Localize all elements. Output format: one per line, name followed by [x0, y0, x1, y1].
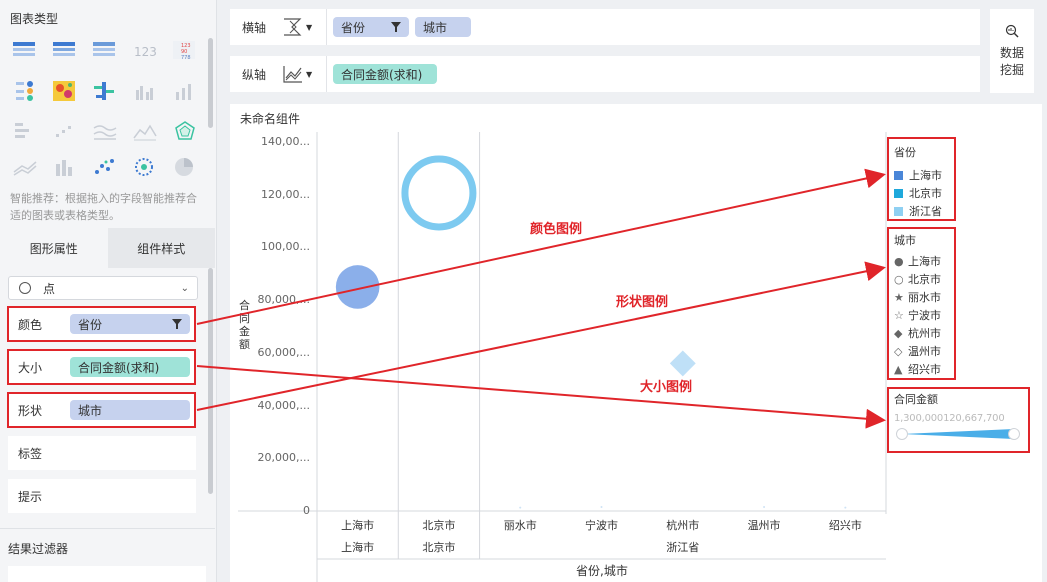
x-field-city[interactable]: 城市 [415, 17, 471, 37]
data-point-small [600, 506, 603, 509]
pie-icon[interactable] [172, 156, 198, 178]
x-tick-city-label: 温州市 [747, 519, 781, 532]
left-panel: 图表类型 123 123 90 778 智能推荐：根据拖入的字段智能推荐合适的图… [0, 0, 217, 582]
y-tick-label: 140,00... [261, 135, 310, 148]
y-axis-type-icon[interactable]: ▼ [282, 64, 326, 84]
chart-type-title: 图表类型 [10, 12, 59, 26]
filter-icon[interactable] [391, 22, 401, 32]
result-filter-title: 结果过滤器 [8, 542, 69, 556]
data-mining-button[interactable]: 数据 挖掘 [990, 9, 1034, 93]
scatter-icon[interactable] [92, 156, 118, 178]
size-highlight-box [7, 349, 196, 385]
data-point-small [844, 506, 847, 509]
divider [0, 528, 215, 529]
smart-tip: 智能推荐：根据拖入的字段智能推荐合适的图表或表格类型。 [10, 192, 197, 222]
line-chart-icon[interactable] [12, 156, 38, 178]
chevron-down-icon: ⌄ [180, 282, 189, 294]
y-tick-label: 40,000,... [257, 398, 310, 412]
x-tick-city-label: 上海市 [341, 519, 375, 532]
property-tabs: 图形属性 组件样式 [0, 228, 215, 268]
tag-property-label: 标签 [18, 446, 43, 461]
mark-type-select[interactable]: 点 ⌄ [8, 276, 198, 300]
data-point-small [519, 506, 522, 509]
shape-legend-highlight [887, 227, 956, 380]
x-axis-bar[interactable]: 横轴 ▼ 省份 城市 [230, 9, 980, 45]
point-circle-icon [19, 282, 31, 294]
color-legend-annotation: 颜色图例 [530, 222, 583, 237]
chart-component[interactable]: 未命名组件 140,00... 120,00... 100,00... 80,000,… [230, 104, 1042, 582]
y-tick-label: 120,00... [261, 187, 310, 201]
tab-graph-properties[interactable]: 图形属性 [0, 228, 108, 268]
data-mining-label-2: 挖掘 [999, 63, 1024, 77]
stacked-hbar-icon[interactable] [12, 120, 38, 142]
y-tick-label: 0 [303, 504, 310, 517]
size-legend-highlight [887, 387, 1030, 453]
divider [326, 56, 327, 92]
x-field-province-label: 省份 [341, 20, 366, 35]
tip-property-row[interactable]: 提示 [8, 479, 196, 513]
bubble-icon[interactable] [132, 156, 158, 178]
svg-text:778: 778 [181, 55, 191, 60]
dot-matrix-icon[interactable] [12, 80, 38, 102]
multi-line-icon[interactable] [92, 120, 118, 142]
kpi-card-icon[interactable]: 123 90 778 [172, 40, 198, 62]
svg-text:123: 123 [134, 45, 157, 59]
x-tick-city-label: 丽水市 [503, 519, 537, 532]
magnifier-chart-icon [1005, 24, 1019, 38]
scatter-bar-icon[interactable] [52, 120, 78, 142]
x-field-province[interactable]: 省份 [333, 17, 409, 37]
bar-chart-icon[interactable] [172, 80, 198, 102]
radar-icon[interactable] [172, 120, 198, 142]
tag-property-row[interactable]: 标签 [8, 436, 196, 470]
y-tick-label: 20,000,... [257, 451, 310, 465]
cross-table-icon[interactable] [92, 40, 118, 62]
data-point-circle [335, 265, 380, 309]
x-tick-province-label: 北京市 [422, 541, 456, 554]
chart-type-scrollbar[interactable] [208, 38, 213, 128]
y-axis-label: 纵轴 [242, 67, 267, 82]
x-tick-city-label: 杭州市 [666, 519, 700, 532]
caret-down-icon: ▼ [306, 22, 313, 32]
tab-component-style[interactable]: 组件样式 [107, 228, 215, 268]
divider [326, 9, 327, 45]
shape-legend-annotation: 形状图例 [616, 295, 669, 310]
data-point-small [763, 506, 766, 509]
x-axis-title: 省份,城市 [576, 564, 628, 578]
area-icon[interactable] [132, 120, 158, 142]
group-table-icon[interactable] [52, 40, 78, 62]
x-tick-city-label: 绍兴市 [828, 519, 862, 532]
split-bar-icon[interactable] [92, 80, 118, 102]
mark-type-value: 点 [43, 281, 56, 296]
x-tick-city-label: 宁波市 [585, 519, 618, 532]
y-axis-bar[interactable]: 纵轴 ▼ 合同金额(求和) [230, 56, 980, 92]
data-point-diamond [669, 350, 696, 377]
x-axis-type-icon[interactable]: ▼ [282, 17, 326, 37]
y-axis-title: 合同金额 [239, 299, 250, 351]
shape-highlight-box [7, 392, 196, 428]
chart-type-grid: 123 123 90 778 [12, 40, 208, 180]
y-tick-label: 100,00... [261, 240, 310, 254]
caret-down-icon: ▼ [306, 69, 313, 79]
column-chart-icon[interactable] [52, 156, 78, 178]
x-axis-label: 横轴 [242, 20, 267, 35]
heatmap-icon[interactable] [52, 80, 78, 102]
x-tick-province-label: 上海市 [341, 541, 375, 554]
color-highlight-box [7, 306, 196, 342]
x-tick-province-label: 浙江省 [666, 541, 700, 554]
y-field-contract-amount[interactable]: 合同金额(求和) [333, 64, 437, 84]
data-point-hollow-circle [401, 155, 477, 231]
data-mining-label-1: 数据 [999, 46, 1024, 60]
x-tick-city-label: 北京市 [422, 519, 456, 532]
result-filter-area[interactable] [8, 566, 206, 582]
color-legend-highlight [887, 137, 956, 221]
kpi-number-icon[interactable]: 123 [132, 40, 158, 62]
grouped-bar-icon[interactable] [132, 80, 158, 102]
table-icon[interactable] [12, 40, 38, 62]
tip-property-label: 提示 [18, 489, 43, 504]
size-legend-annotation: 大小图例 [640, 380, 693, 395]
property-scrollbar[interactable] [208, 268, 213, 494]
